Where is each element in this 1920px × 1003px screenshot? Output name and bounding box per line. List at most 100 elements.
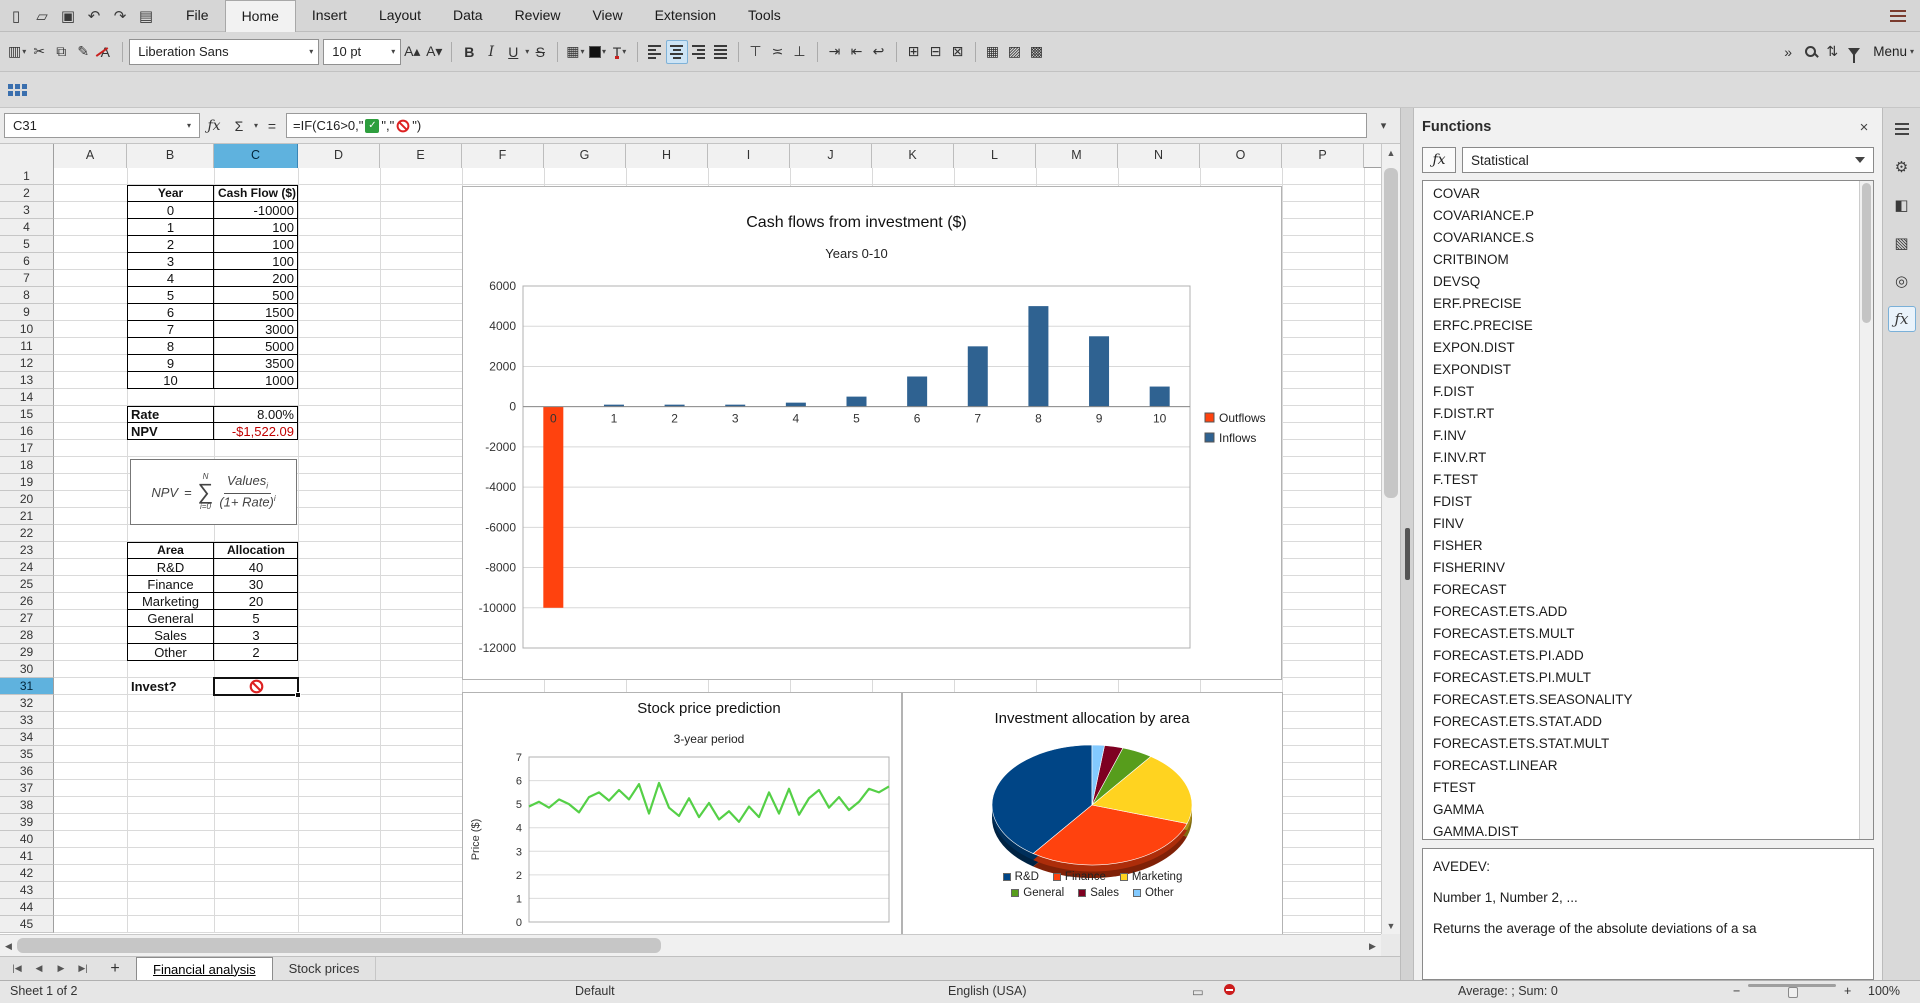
sidebar-settings-icon[interactable] <box>1888 116 1916 142</box>
fill-handle[interactable] <box>295 692 301 698</box>
row-header-34[interactable]: 34 <box>0 729 54 746</box>
zoom-out-button[interactable]: − <box>1733 984 1740 998</box>
row-header-26[interactable]: 26 <box>0 593 54 610</box>
previous-sheet-icon[interactable]: ◀ <box>28 957 50 980</box>
sort-icon[interactable]: ⇅ <box>1821 40 1843 64</box>
column-header-J[interactable]: J <box>790 144 872 168</box>
cell-B9[interactable]: 6 <box>127 304 214 321</box>
function-list-item[interactable]: EXPON.DIST <box>1423 337 1859 359</box>
cell-C25[interactable]: 30 <box>214 576 298 593</box>
menu-insert[interactable]: Insert <box>296 0 363 32</box>
row-header-12[interactable]: 12 <box>0 355 54 372</box>
cell-C26[interactable]: 20 <box>214 593 298 610</box>
cell-B26[interactable]: Marketing <box>127 593 214 610</box>
row-header-11[interactable]: 11 <box>0 338 54 355</box>
cell-B15[interactable]: Rate <box>127 406 214 423</box>
copy-button[interactable]: ⧉ <box>50 40 72 64</box>
align-right-button[interactable] <box>688 40 710 64</box>
row-header-42[interactable]: 42 <box>0 865 54 882</box>
row-header-31[interactable]: 31 <box>0 678 54 695</box>
autosum-dropdown-icon[interactable]: ▾ <box>254 121 258 130</box>
row-header-36[interactable]: 36 <box>0 763 54 780</box>
vertical-scrollbar-thumb[interactable] <box>1384 168 1398 498</box>
cashflow-chart[interactable]: -12000-10000-8000-6000-4000-200002000400… <box>462 186 1282 680</box>
row-header-37[interactable]: 37 <box>0 780 54 797</box>
row-header-43[interactable]: 43 <box>0 882 54 899</box>
cell-B8[interactable]: 5 <box>127 287 214 304</box>
first-sheet-icon[interactable]: |◀ <box>6 957 28 980</box>
properties-icon[interactable]: ⚙ <box>1888 154 1916 180</box>
increase-indent-button[interactable]: ⇥ <box>824 40 846 64</box>
stock-price-chart[interactable]: 01234567Stock price prediction3-year per… <box>462 692 902 934</box>
cell-B13[interactable]: 10 <box>127 372 214 389</box>
paste-button[interactable]: ▥▾ <box>6 40 28 64</box>
row-header-1[interactable]: 1 <box>0 168 54 185</box>
cell-B12[interactable]: 9 <box>127 355 214 372</box>
npv-formula-image[interactable]: NPV = N ∑ i=0 Valuesi (1+ Rate)i <box>130 459 297 525</box>
zoom-slider-thumb[interactable] <box>1788 987 1798 998</box>
column-header-I[interactable]: I <box>708 144 790 168</box>
row-header-21[interactable]: 21 <box>0 508 54 525</box>
row-header-25[interactable]: 25 <box>0 576 54 593</box>
row-header-14[interactable]: 14 <box>0 389 54 406</box>
redo-icon[interactable]: ↷ <box>110 7 130 25</box>
cell-C29[interactable]: 2 <box>214 644 298 661</box>
function-list-item[interactable]: FORECAST.ETS.MULT <box>1423 623 1859 645</box>
next-sheet-icon[interactable]: ▶ <box>50 957 72 980</box>
menu-home[interactable]: Home <box>225 0 296 32</box>
selection-mode-icon[interactable]: ▭ <box>1192 984 1204 999</box>
category-select[interactable]: Statistical <box>1462 147 1874 173</box>
function-list-item[interactable]: ERF.PRECISE <box>1423 293 1859 315</box>
cell-B24[interactable]: R&D <box>127 559 214 576</box>
cell-B31[interactable]: Invest? <box>127 678 214 695</box>
function-list-item[interactable]: COVARIANCE.P <box>1423 205 1859 227</box>
row-header-6[interactable]: 6 <box>0 253 54 270</box>
function-list-item[interactable]: CRITBINOM <box>1423 249 1859 271</box>
function-list-item[interactable]: FORECAST.LINEAR <box>1423 755 1859 777</box>
function-list-item[interactable]: COVARIANCE.S <box>1423 227 1859 249</box>
clone-formatting-button[interactable]: ✎ <box>72 40 94 64</box>
cell-C5[interactable]: 100 <box>214 236 298 253</box>
scroll-right-icon[interactable]: ▶ <box>1364 935 1381 957</box>
menu-view[interactable]: View <box>576 0 638 32</box>
column-header-L[interactable]: L <box>954 144 1036 168</box>
font-size-combo[interactable]: 10 pt▾ <box>323 39 401 65</box>
cell-C27[interactable]: 5 <box>214 610 298 627</box>
cell-B27[interactable]: General <box>127 610 214 627</box>
align-justify-button[interactable] <box>710 40 732 64</box>
row-header-40[interactable]: 40 <box>0 831 54 848</box>
row-header-28[interactable]: 28 <box>0 627 54 644</box>
splitter-grip[interactable] <box>1405 528 1410 580</box>
cell-C13[interactable]: 1000 <box>214 372 298 389</box>
increase-font-size-button[interactable]: A▴ <box>401 40 423 64</box>
cell-C8[interactable]: 500 <box>214 287 298 304</box>
row-header-10[interactable]: 10 <box>0 321 54 338</box>
unmerge-cells-button[interactable]: ⊠ <box>947 40 969 64</box>
row-header-7[interactable]: 7 <box>0 270 54 287</box>
allocation-pie-chart[interactable]: Investment allocation by areaR&DFinanceM… <box>902 692 1283 934</box>
page-style[interactable]: Default <box>575 984 615 998</box>
background-color-button[interactable]: ▾ <box>587 40 609 64</box>
function-list-item[interactable]: FINV <box>1423 513 1859 535</box>
column-header-O[interactable]: O <box>1200 144 1282 168</box>
italic-button[interactable]: I <box>480 40 502 64</box>
function-list-item[interactable]: FORECAST.ETS.PI.ADD <box>1423 645 1859 667</box>
menu-file[interactable]: File <box>170 0 225 32</box>
cell-B2[interactable]: Year <box>127 185 214 202</box>
cell-B6[interactable]: 3 <box>127 253 214 270</box>
row-header-30[interactable]: 30 <box>0 661 54 678</box>
function-list-item[interactable]: DEVSQ <box>1423 271 1859 293</box>
formula-input[interactable]: =IF(C16>0," ✓ "," ") <box>286 113 1367 138</box>
add-sheet-button[interactable]: + <box>102 957 128 980</box>
cell-B28[interactable]: Sales <box>127 627 214 644</box>
function-list-item[interactable]: F.INV.RT <box>1423 447 1859 469</box>
cell-C24[interactable]: 40 <box>214 559 298 576</box>
row-header-4[interactable]: 4 <box>0 219 54 236</box>
apps-grid-icon[interactable] <box>8 84 27 96</box>
menu-layout[interactable]: Layout <box>363 0 437 32</box>
horizontal-scrollbar-thumb[interactable] <box>17 938 661 953</box>
menubar-hamburger-icon[interactable] <box>1890 10 1906 22</box>
row-header-19[interactable]: 19 <box>0 474 54 491</box>
function-list-item[interactable]: FORECAST.ETS.SEASONALITY <box>1423 689 1859 711</box>
align-vcenter-button[interactable]: ≍ <box>767 40 789 64</box>
